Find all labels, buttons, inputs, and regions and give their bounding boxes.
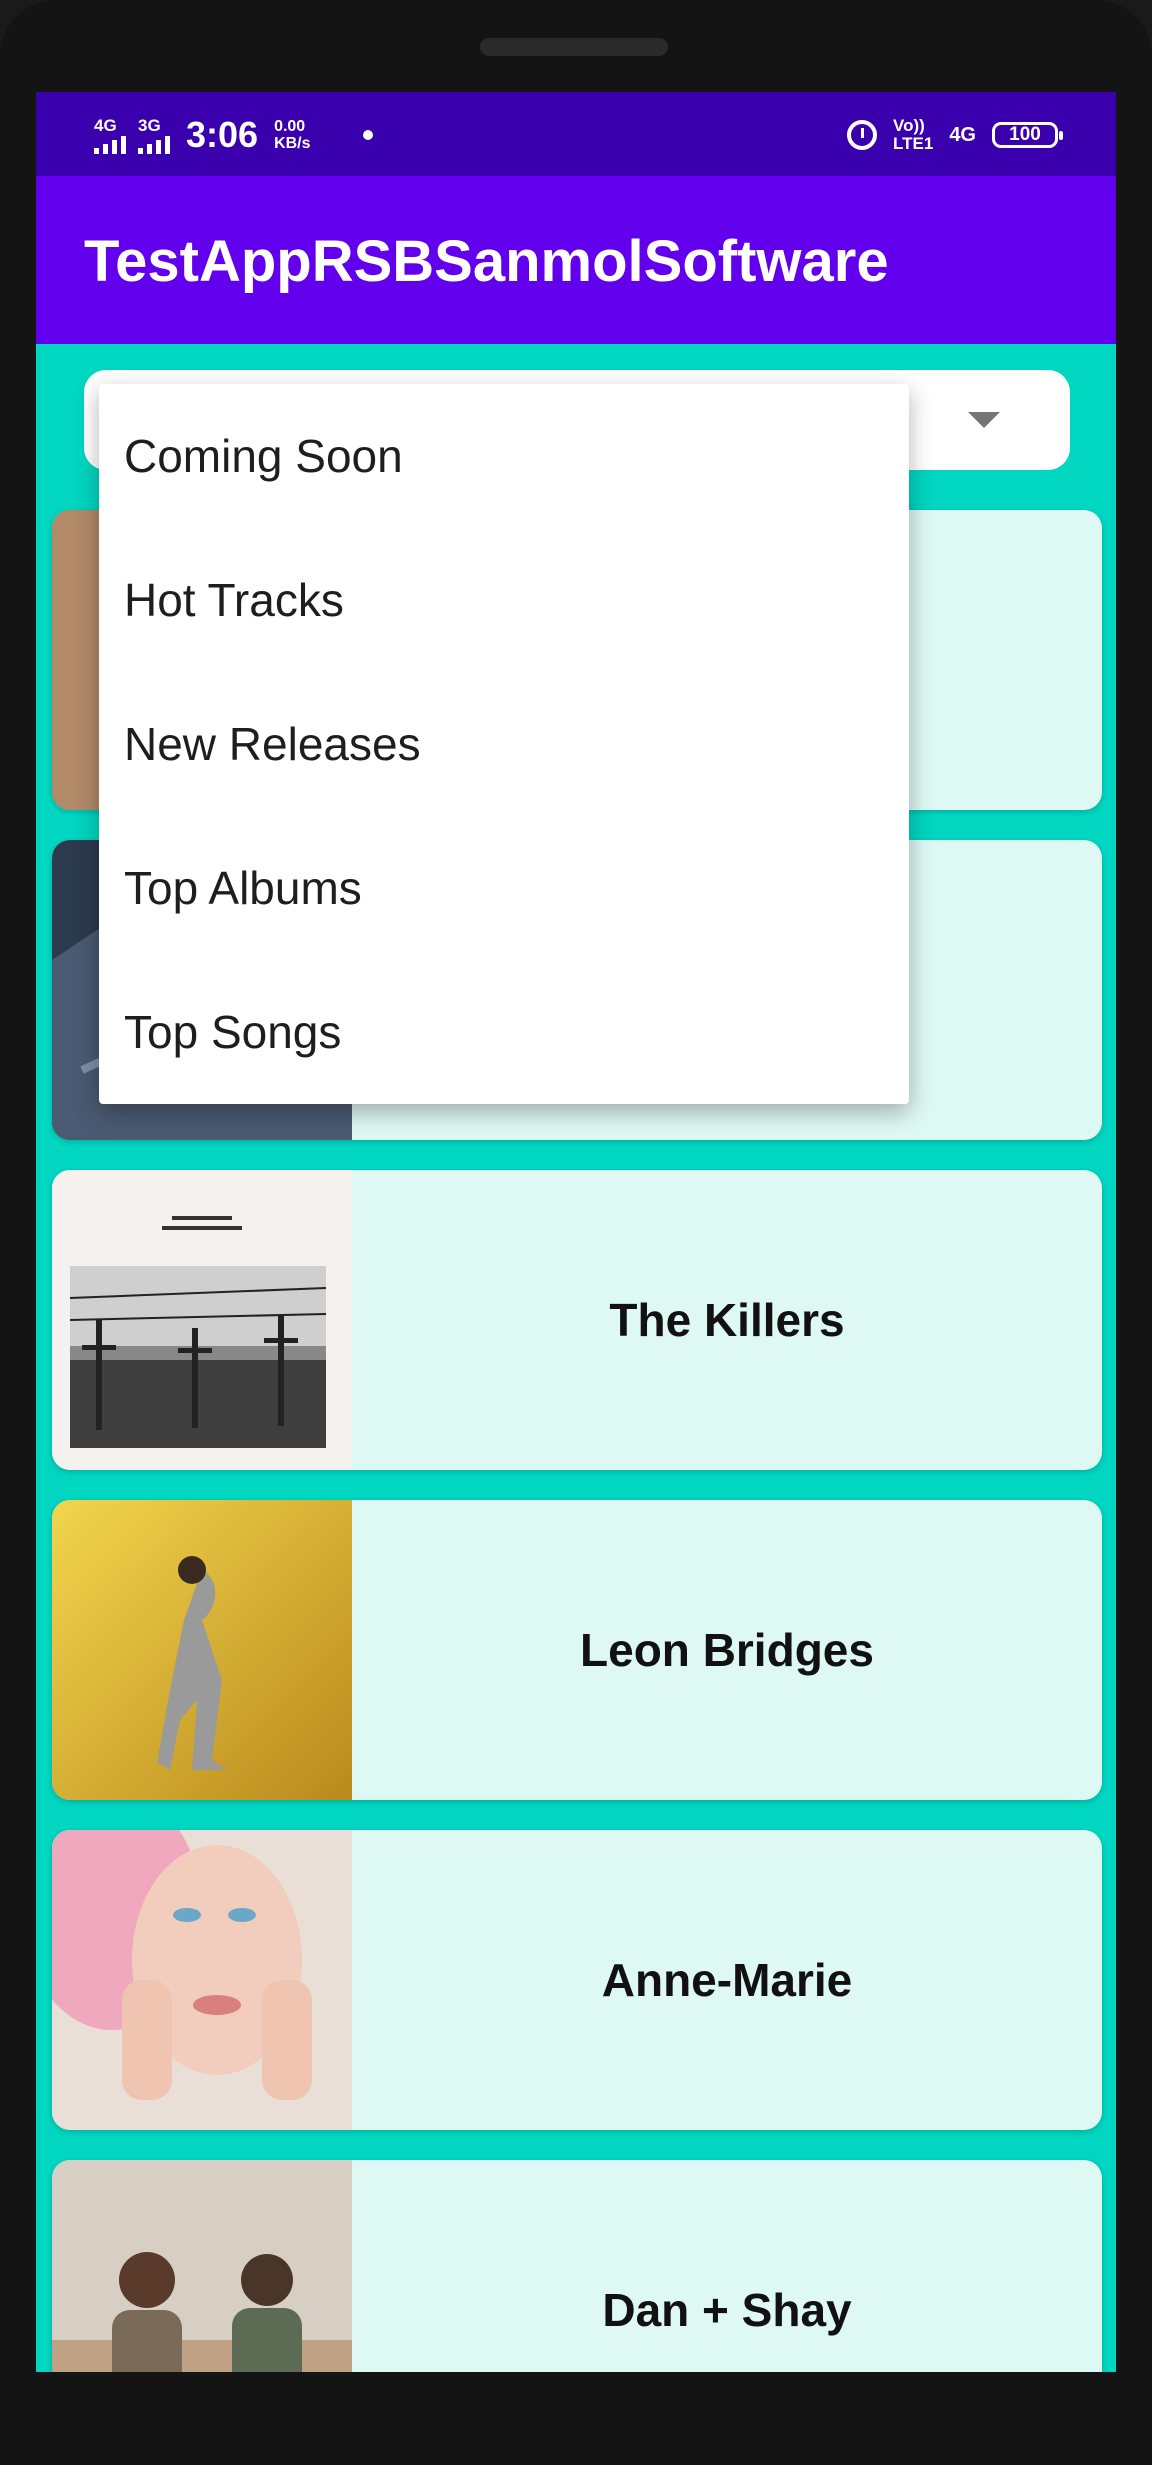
status-right: Vo)) LTE1 4G 100 — [847, 110, 1063, 160]
list-item[interactable]: Dan + Shay — [52, 2160, 1102, 2372]
category-dropdown-menu: Coming Soon Hot Tracks New Releases Top … — [99, 384, 909, 1104]
signal-bars-icon — [94, 134, 126, 154]
album-cover — [52, 1830, 352, 2130]
signal-strength-2: 3G — [138, 117, 170, 154]
dropdown-option-new-releases[interactable]: New Releases — [99, 672, 909, 816]
dropdown-option-coming-soon[interactable]: Coming Soon — [99, 384, 909, 528]
signal-bars-icon — [138, 134, 170, 154]
list-item[interactable]: Leon Bridges — [52, 1500, 1102, 1800]
signal-strength-1: 4G — [94, 117, 126, 154]
album-cover — [52, 1500, 352, 1800]
app-bar: TestAppRSBSanmolSoftware — [36, 176, 1116, 344]
network-speed-unit: KB/s — [274, 135, 311, 152]
status-left: 4G 3G 3:06 0.00 KB/s — [94, 110, 373, 160]
status-bar: 4G 3G 3:06 0.00 KB/s Vo)) LTE1 4G 100 — [36, 92, 1116, 176]
volte-indicator: Vo)) LTE1 — [893, 117, 933, 153]
network-type: 4G — [949, 123, 976, 146]
artist-name: Anne-Marie — [601, 1954, 853, 2006]
notification-dot-icon — [362, 130, 373, 140]
volte-top-label: Vo)) — [893, 116, 925, 135]
app-title: TestAppRSBSanmolSoftware — [84, 229, 889, 294]
network-speed-value: 0.00 — [274, 118, 306, 135]
speaker-grille — [480, 38, 668, 56]
artist-name: The Killers — [609, 1294, 845, 1346]
volte-bottom-label: LTE1 — [893, 134, 934, 153]
artist-name: Leon Bridges — [580, 1624, 874, 1676]
album-cover — [52, 2160, 352, 2372]
dropdown-arrow-icon[interactable] — [968, 412, 1000, 428]
phone-frame: 4G 3G 3:06 0.00 KB/s Vo)) LTE1 4G 100 Te… — [0, 0, 1152, 2465]
clock-time: 3:06 — [186, 114, 259, 155]
album-cover — [52, 1170, 352, 1470]
list-item[interactable]: The Killers — [52, 1170, 1102, 1470]
signal-1-label: 4G — [94, 115, 117, 135]
list-item[interactable]: Anne-Marie — [52, 1830, 1102, 2130]
signal-2-label: 3G — [138, 115, 161, 135]
artist-name: Dan + Shay — [602, 2284, 852, 2336]
dropdown-option-top-albums[interactable]: Top Albums — [99, 816, 909, 960]
alarm-clock-icon — [847, 120, 877, 150]
battery-icon: 100 — [992, 122, 1063, 148]
screen: 4G 3G 3:06 0.00 KB/s Vo)) LTE1 4G 100 Te… — [36, 92, 1116, 2372]
network-speed: 0.00 KB/s — [274, 118, 310, 152]
dropdown-option-hot-tracks[interactable]: Hot Tracks — [99, 528, 909, 672]
dropdown-option-top-songs[interactable]: Top Songs — [99, 960, 909, 1104]
phone-bottom-bezel — [0, 2372, 1152, 2465]
